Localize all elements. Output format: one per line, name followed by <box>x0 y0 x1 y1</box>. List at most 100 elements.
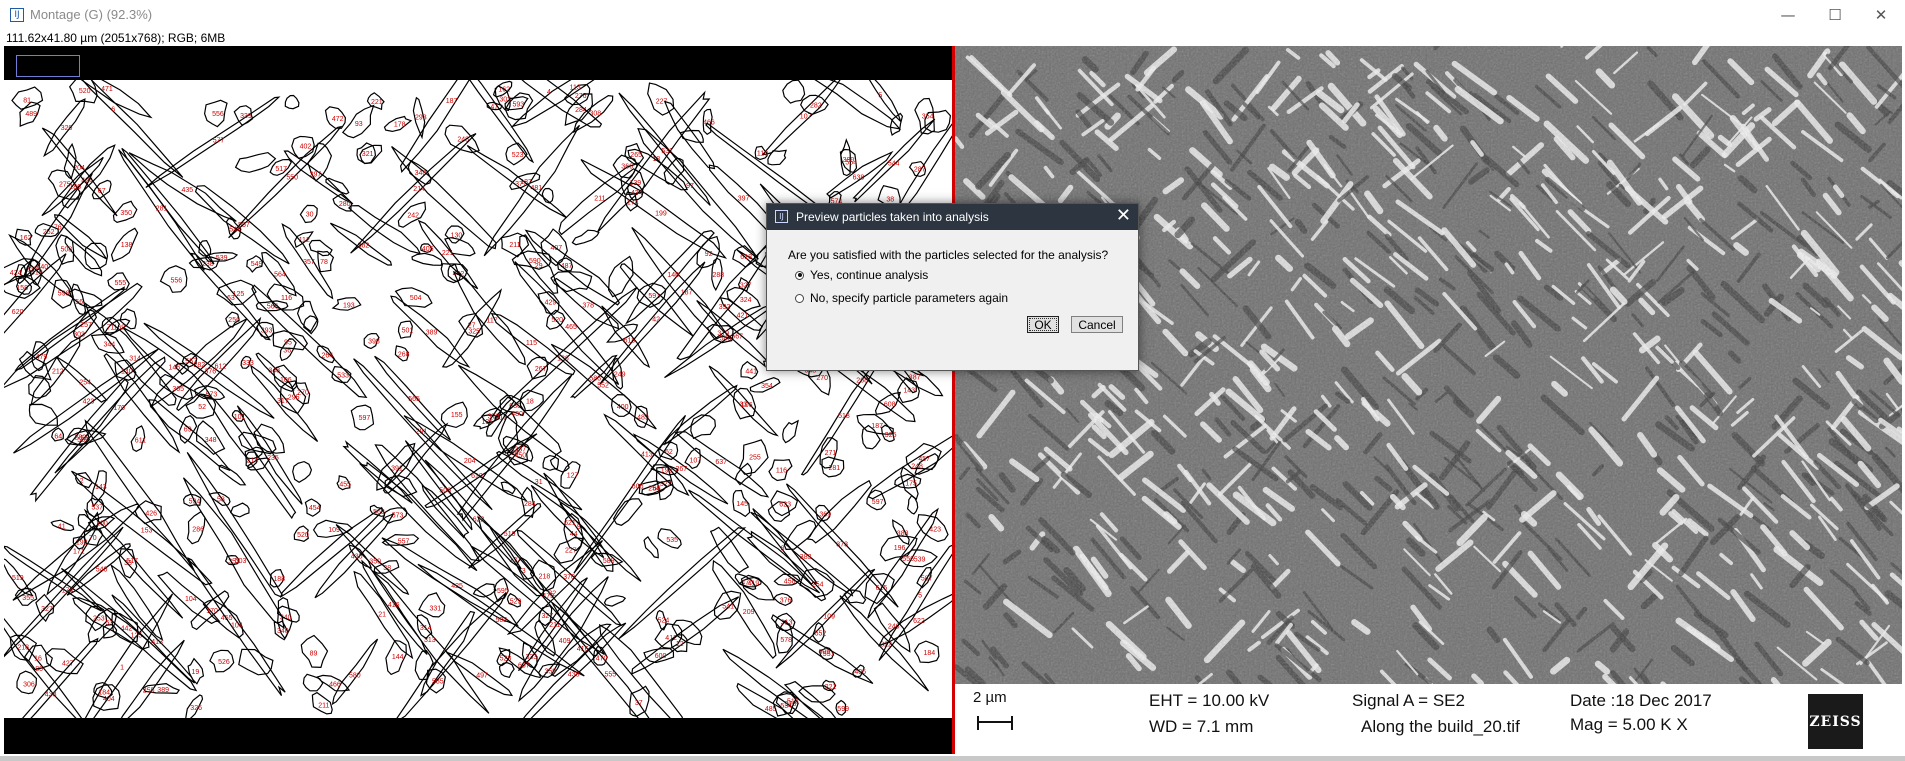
cancel-button[interactable]: Cancel <box>1071 316 1123 333</box>
particle-number-label: 257 <box>80 322 92 329</box>
particle-number-label: 117 <box>487 318 498 325</box>
particle-number-label: 387 <box>909 375 921 382</box>
particle-number-label: 130 <box>451 232 463 239</box>
wd-value: WD = 7.1 mm <box>1149 717 1254 736</box>
particle-number-label: 501 <box>402 327 414 334</box>
scale-bar <box>977 716 1013 730</box>
particle-number-label: 280 <box>339 201 351 208</box>
radio-yes-continue[interactable]: Yes, continue analysis <box>795 268 928 282</box>
particle-number-label: 378 <box>582 302 594 309</box>
particle-number-label: 355 <box>22 595 34 602</box>
particle-outline <box>806 479 872 544</box>
particle-number-label: 218 <box>539 574 551 581</box>
particle-number-label: 204 <box>464 458 476 465</box>
particle-outline-panel[interactable]: 2682761584024291283763404587415261432421… <box>4 46 974 754</box>
particle-number-label: 550 <box>286 175 298 182</box>
dialog-close-button[interactable]: ✕ <box>1116 206 1131 226</box>
particle-number-label: 383 <box>800 554 812 561</box>
particle-number-label: 186 <box>69 184 81 191</box>
image-canvas[interactable]: 2682761584024291283763404587415261432421… <box>4 46 1902 754</box>
particle-number-label: 321 <box>362 151 374 158</box>
particle-number-label: 537 <box>91 505 103 512</box>
close-button[interactable]: ✕ <box>1858 0 1904 30</box>
preview-particles-dialog: IJ Preview particles taken into analysis… <box>766 203 1139 371</box>
particle-number-label: 622 <box>913 618 925 625</box>
particle-number-label: 324 <box>740 297 752 304</box>
particle-number-label: 67 <box>98 188 106 195</box>
particle-number-label: 264 <box>322 353 334 360</box>
particle-number-label: 196 <box>894 545 906 552</box>
particle-number-label: 526 <box>218 659 230 666</box>
particle-number-label: 146 <box>169 365 181 372</box>
particle-outline <box>238 648 274 676</box>
particle-outline <box>690 414 717 440</box>
particle-number-label: 566 <box>267 304 279 311</box>
particle-number-label: 618 <box>624 337 636 344</box>
particle-number-label: 597 <box>359 415 371 422</box>
particle-number-label: 519 <box>504 531 516 538</box>
particle-number-label: 155 <box>451 412 463 419</box>
window-titlebar: IJ Montage (G) (92.3%) — ☐ ✕ <box>0 0 1905 30</box>
particle-number-label: 621 <box>564 520 576 527</box>
particle-number-label: 282 <box>75 434 87 441</box>
particle-number-label: 37 <box>635 700 643 707</box>
minimize-button[interactable]: — <box>1765 0 1811 30</box>
particle-number-label: 211 <box>594 196 605 203</box>
particle-number-label: 211 <box>509 242 520 249</box>
particle-number-label: 409 <box>559 638 571 645</box>
particle-number-label: 30 <box>306 212 314 219</box>
particle-number-label: 254 <box>648 486 660 493</box>
particle-number-label: 282 <box>810 103 822 110</box>
particle-number-label: 214 <box>247 457 259 464</box>
particle-number-label: 520 <box>551 317 563 324</box>
roi-selection-rectangle[interactable] <box>16 55 80 77</box>
particle-outline <box>607 255 634 298</box>
ok-button[interactable]: OK <box>1027 316 1059 333</box>
particle-number-label: 281 <box>829 465 841 472</box>
particle-number-label: 523 <box>512 152 524 159</box>
particle-number-label: 287 <box>914 167 926 174</box>
scale-label: 2 µm <box>973 689 1007 706</box>
particle-number-label: 565 <box>408 396 420 403</box>
dialog-titlebar[interactable]: IJ Preview particles taken into analysis… <box>767 204 1138 230</box>
radio-no-respecify[interactable]: No, specify particle parameters again <box>795 291 1008 305</box>
radio-unselected-icon[interactable] <box>795 293 804 303</box>
particle-number-label: 480 <box>511 411 523 418</box>
particle-number-label: 1 <box>120 665 124 672</box>
particle-number-label: 357 <box>303 259 315 266</box>
particle-number-label: 32 <box>548 590 556 597</box>
particle-number-label: 192 <box>661 468 673 475</box>
sem-databar: 2 µm EHT = 10.00 kV WD = 7.1 mm Signal A… <box>955 684 1902 754</box>
particle-number-label: 214 <box>413 186 425 193</box>
particle-number-label: 193 <box>343 302 355 309</box>
dialog-question: Are you satisfied with the particles sel… <box>788 248 1109 262</box>
particle-number-label: 256 <box>228 317 240 324</box>
radio-selected-icon[interactable] <box>795 270 804 280</box>
particle-number-label: 18 <box>526 399 534 406</box>
particle-number-label: 552 <box>815 630 827 637</box>
particle-number-label: 623 <box>779 502 791 509</box>
particle-number-label: 398 <box>368 339 380 346</box>
particle-number-label: 116 <box>776 467 787 474</box>
particle-number-label: 389 <box>426 329 438 336</box>
particle-number-label: 146 <box>667 272 679 279</box>
particle-number-label: 125 <box>131 633 143 640</box>
particle-number-label: 92 <box>705 251 713 258</box>
maximize-button[interactable]: ☐ <box>1812 0 1858 30</box>
particle-number-label: 314 <box>420 625 432 632</box>
particle-number-label: 115 <box>526 340 537 347</box>
particle-number-label: 637 <box>715 459 727 466</box>
close-icon: ✕ <box>1874 6 1888 24</box>
particle-number-label: 544 <box>229 226 241 233</box>
particle-number-label: 209 <box>743 609 755 616</box>
particle-number-label: 637 <box>518 662 530 669</box>
particle-outline <box>498 661 515 679</box>
particle-number-label: 564 <box>274 271 286 278</box>
particle-number-label: 70 <box>89 535 97 542</box>
particle-outline <box>186 452 283 598</box>
particle-number-label: 31 <box>535 479 543 486</box>
particle-number-label: 359 <box>545 669 557 676</box>
particle-number-label: 544 <box>888 160 900 167</box>
particle-number-label: 42 <box>652 317 660 324</box>
particle-number-label: 441 <box>745 369 757 376</box>
